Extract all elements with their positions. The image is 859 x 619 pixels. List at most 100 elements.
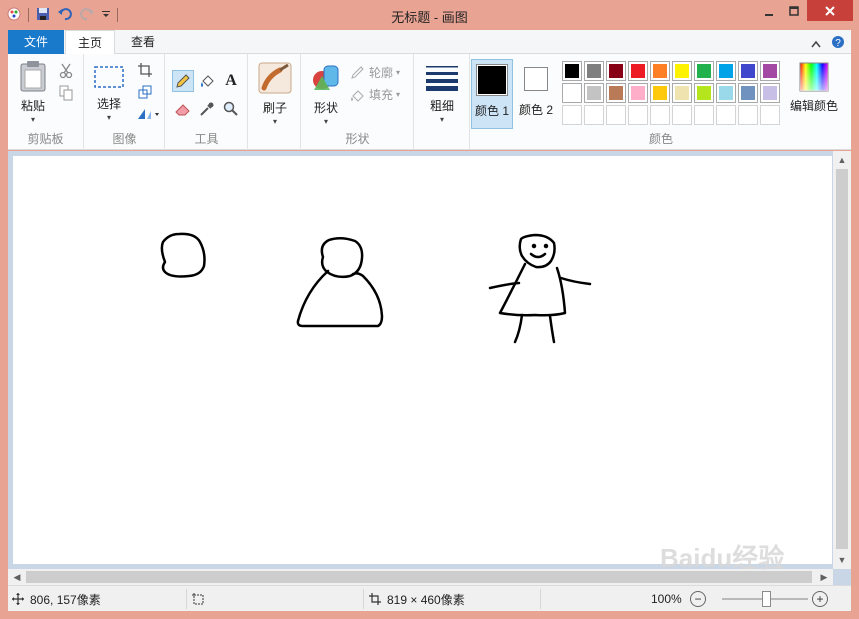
status-bar: 806, 157像素 819 × 460像素 100% − + bbox=[8, 585, 851, 611]
fill-dropdown-icon: ▾ bbox=[396, 90, 401, 99]
palette-custom-slot[interactable] bbox=[606, 105, 626, 125]
palette-custom-slot[interactable] bbox=[650, 105, 670, 125]
brushes-button[interactable]: 刷子 ▾ bbox=[255, 62, 295, 126]
resize-icon bbox=[138, 85, 152, 99]
scroll-left-icon[interactable]: ◀ bbox=[8, 569, 26, 585]
outline-dropdown-icon: ▾ bbox=[396, 68, 401, 77]
shapes-button[interactable]: 形状 ▾ bbox=[308, 62, 344, 126]
vertical-scrollbar[interactable]: ▲ ▼ bbox=[833, 151, 851, 569]
colors-group: 颜色 1 颜色 2 编辑颜色 颜色 bbox=[471, 54, 851, 150]
fill-bucket-button[interactable] bbox=[196, 70, 218, 92]
tools-group: A 工具 bbox=[166, 54, 248, 150]
drawing bbox=[160, 232, 592, 344]
palette-color-swatch[interactable] bbox=[562, 83, 582, 103]
tab-view[interactable]: 查看 bbox=[120, 30, 166, 55]
tab-file[interactable]: 文件 bbox=[8, 30, 64, 54]
pencil-button[interactable] bbox=[172, 70, 194, 92]
crop-button[interactable] bbox=[135, 60, 155, 80]
scroll-down-icon[interactable]: ▼ bbox=[833, 551, 851, 569]
fill-icon bbox=[351, 89, 364, 102]
canvas-size-text: 819 × 460像素 bbox=[387, 592, 465, 607]
palette-color-swatch[interactable] bbox=[716, 83, 736, 103]
palette-color-swatch[interactable] bbox=[760, 83, 780, 103]
clipboard-group: 粘贴 ▾ 剪贴板 bbox=[8, 54, 84, 150]
palette-custom-slot[interactable] bbox=[760, 105, 780, 125]
close-button[interactable] bbox=[807, 0, 853, 21]
outline-button[interactable]: 轮廓 ▾ bbox=[350, 64, 400, 81]
crop-icon bbox=[138, 63, 152, 77]
color2-button[interactable]: 颜色 2 bbox=[515, 59, 557, 129]
palette-color-swatch[interactable] bbox=[672, 83, 692, 103]
shapes-icon bbox=[313, 65, 339, 90]
zoom-slider-thumb[interactable] bbox=[762, 591, 771, 607]
palette-custom-slot[interactable] bbox=[672, 105, 692, 125]
shapes-group: 形状 ▾ 轮廓 ▾ 填充 ▾ 形状 bbox=[302, 54, 414, 150]
palette-color-swatch[interactable] bbox=[650, 83, 670, 103]
collapse-ribbon-icon[interactable] bbox=[811, 37, 821, 51]
scroll-right-icon[interactable]: ▶ bbox=[815, 569, 833, 585]
palette-color-swatch[interactable] bbox=[606, 61, 626, 81]
palette-color-swatch[interactable] bbox=[584, 61, 604, 81]
zoom-out-button[interactable]: − bbox=[690, 591, 706, 607]
drawing-stickfigure-dress bbox=[498, 262, 567, 317]
shapes-label: 形状 bbox=[313, 101, 338, 115]
colors-group-label: 颜色 bbox=[648, 132, 673, 146]
resize-button[interactable] bbox=[135, 82, 155, 102]
drawing-canvas[interactable] bbox=[13, 156, 832, 564]
palette-color-swatch[interactable] bbox=[562, 61, 582, 81]
size-group: 粗细 ▾ bbox=[415, 54, 470, 150]
palette-color-swatch[interactable] bbox=[716, 61, 736, 81]
palette-color-swatch[interactable] bbox=[694, 83, 714, 103]
palette-custom-slot[interactable] bbox=[738, 105, 758, 125]
baidu-watermark: Baidu经验 bbox=[660, 538, 784, 575]
vertical-scroll-thumb[interactable] bbox=[836, 169, 848, 549]
palette-color-swatch[interactable] bbox=[738, 61, 758, 81]
palette-color-swatch[interactable] bbox=[584, 83, 604, 103]
palette-custom-slot[interactable] bbox=[694, 105, 714, 125]
palette-custom-slot[interactable] bbox=[562, 105, 582, 125]
rotate-icon bbox=[138, 109, 159, 119]
eraser-button[interactable] bbox=[172, 98, 194, 120]
watermark-text: Baidu经验 bbox=[660, 543, 785, 573]
maximize-button[interactable] bbox=[782, 0, 806, 21]
palette-color-swatch[interactable] bbox=[628, 83, 648, 103]
size-button[interactable]: 粗细 ▾ bbox=[422, 64, 462, 124]
select-button[interactable]: 选择 ▾ bbox=[91, 64, 127, 122]
magnifier-button[interactable] bbox=[220, 98, 242, 120]
move-cursor-icon bbox=[12, 593, 24, 605]
palette-color-swatch[interactable] bbox=[628, 61, 648, 81]
tab-home[interactable]: 主页 bbox=[65, 30, 115, 55]
palette-color-swatch[interactable] bbox=[694, 61, 714, 81]
shapes-group-label: 形状 bbox=[345, 132, 370, 146]
edit-colors-button[interactable]: 编辑颜色 bbox=[785, 62, 843, 114]
palette-color-swatch[interactable] bbox=[606, 83, 626, 103]
palette-custom-slot[interactable] bbox=[628, 105, 648, 125]
palette-color-swatch[interactable] bbox=[672, 61, 692, 81]
canvas-size-icon bbox=[369, 593, 381, 605]
color-picker-button[interactable] bbox=[196, 98, 218, 120]
text-button[interactable]: A bbox=[220, 70, 242, 92]
palette-custom-slot[interactable] bbox=[716, 105, 736, 125]
brushes-label: 刷子 bbox=[262, 101, 287, 115]
palette-color-swatch[interactable] bbox=[760, 61, 780, 81]
minimize-button[interactable] bbox=[757, 0, 781, 21]
cut-button[interactable] bbox=[56, 61, 76, 81]
palette-color-swatch[interactable] bbox=[650, 61, 670, 81]
copy-button[interactable] bbox=[56, 83, 76, 103]
color-palette bbox=[562, 61, 780, 125]
color1-label: 颜色 1 bbox=[474, 104, 509, 118]
swatch-fill bbox=[763, 86, 777, 100]
help-icon[interactable]: ? bbox=[831, 35, 845, 52]
swatch-fill bbox=[741, 108, 755, 122]
color1-button[interactable]: 颜色 1 bbox=[471, 59, 513, 129]
swatch-fill bbox=[609, 86, 623, 100]
fill-button[interactable]: 填充 ▾ bbox=[350, 86, 400, 103]
scroll-up-icon[interactable]: ▲ bbox=[833, 151, 851, 169]
pencil-icon bbox=[176, 74, 190, 88]
zoom-in-button[interactable]: + bbox=[812, 591, 828, 607]
swatch-fill bbox=[587, 108, 601, 122]
paste-button[interactable]: 粘贴 ▾ bbox=[14, 60, 52, 124]
palette-color-swatch[interactable] bbox=[738, 83, 758, 103]
rotate-button[interactable] bbox=[135, 104, 163, 124]
palette-custom-slot[interactable] bbox=[584, 105, 604, 125]
